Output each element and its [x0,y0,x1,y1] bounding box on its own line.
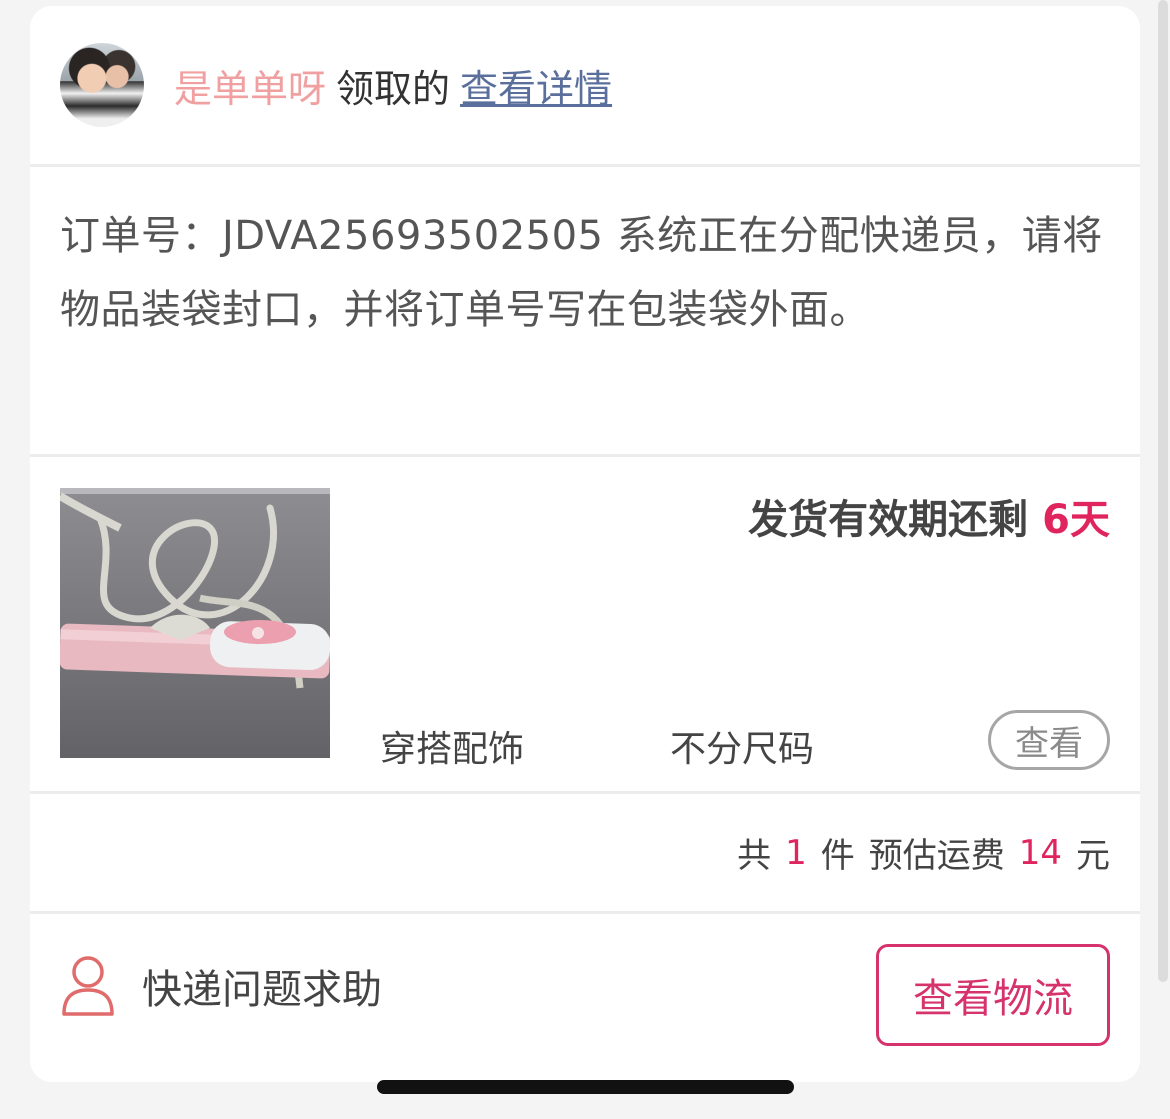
product-image[interactable] [60,488,330,758]
fee-unit: 元 [1076,836,1110,876]
count-unit: 件 [820,836,855,876]
deadline-value: 6天 [1042,497,1110,543]
shipping-deadline: 发货有效期还剩 6天 [748,487,1110,545]
summary-prefix: 共 [737,836,772,876]
fee-label: 预估运费 [868,836,1005,876]
view-logistics-button[interactable]: 查看物流 [876,944,1110,1046]
order-summary: 共 1 件 预估运费 14 元 [30,794,1140,911]
person-icon [62,956,114,1016]
claimed-text: 领取的 [336,66,451,111]
fee-value: 14 [1018,832,1062,873]
product-size: 不分尺码 [670,729,815,770]
order-notice: 订单号：JDVA25693502505 系统正在分配快递员，请将物品装袋封口，并… [60,213,1103,333]
help-label: 快递问题求助 [142,967,382,1013]
item-count: 1 [785,832,807,873]
details-link[interactable]: 查看详情 [460,67,612,111]
home-indicator[interactable] [377,1080,794,1094]
claim-header: 是单单呀 领取的 查看详情 [30,6,1140,164]
user-name[interactable]: 是单单呀 [174,67,326,111]
order-card: 是单单呀 领取的 查看详情 订单号：JDVA25693502505 系统正在分配快递… [30,6,1140,1082]
scrollbar[interactable] [1158,0,1168,982]
product-row: 发货有效期还剩 6天 穿搭配饰 不分尺码 查看 [30,457,1140,791]
card-footer: 快递问题求助 查看物流 [30,914,1140,1082]
product-photo [60,488,330,689]
claim-info: 是单单呀 领取的 查看详情 [174,58,612,113]
deadline-label: 发货有效期还剩 [748,497,1029,543]
product-category: 穿搭配饰 [380,729,525,770]
avatar[interactable] [60,43,144,127]
courier-help-button[interactable]: 快递问题求助 [60,954,382,1018]
view-button[interactable]: 查看 [988,710,1110,770]
